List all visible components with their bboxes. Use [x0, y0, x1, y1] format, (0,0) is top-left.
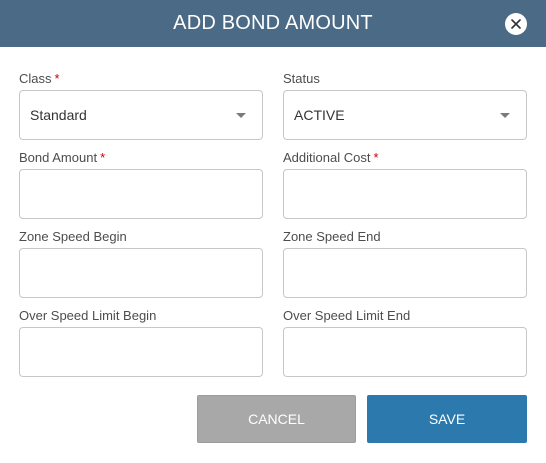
dialog-header: ADD BOND AMOUNT	[0, 0, 546, 47]
bond-amount-input-box	[19, 169, 263, 219]
caret-down-icon	[500, 112, 510, 118]
zone-speed-begin-label: Zone Speed Begin	[19, 229, 127, 244]
required-marker: *	[54, 71, 60, 86]
class-label: Class *	[19, 71, 60, 86]
bond-amount-field: Bond Amount *	[19, 150, 263, 219]
zone-speed-end-field: Zone Speed End	[283, 229, 527, 298]
close-button[interactable]	[505, 13, 527, 35]
dialog-title: ADD BOND AMOUNT	[173, 12, 373, 34]
over-speed-limit-begin-field: Over Speed Limit Begin	[19, 308, 263, 377]
status-select-value: ACTIVE	[294, 107, 345, 123]
class-field: Class * Standard	[19, 71, 263, 140]
class-select-value: Standard	[30, 107, 87, 123]
cancel-button[interactable]: CANCEL	[197, 395, 356, 443]
save-button[interactable]: SAVE	[367, 395, 527, 443]
additional-cost-input-box	[283, 169, 527, 219]
required-marker: *	[373, 150, 379, 165]
class-select[interactable]: Standard	[19, 90, 263, 140]
over-speed-limit-end-label: Over Speed Limit End	[283, 308, 411, 323]
zone-speed-begin-field: Zone Speed Begin	[19, 229, 263, 298]
additional-cost-input[interactable]	[294, 170, 516, 218]
zone-speed-end-input[interactable]	[294, 249, 516, 297]
zone-speed-end-input-box	[283, 248, 527, 298]
zone-speed-begin-input[interactable]	[30, 249, 252, 297]
over-speed-limit-begin-input-box	[19, 327, 263, 377]
zone-speed-begin-input-box	[19, 248, 263, 298]
bond-amount-label: Bond Amount *	[19, 150, 106, 165]
over-speed-limit-end-field: Over Speed Limit End	[283, 308, 527, 377]
over-speed-limit-begin-label: Over Speed Limit Begin	[19, 308, 157, 323]
zone-speed-end-label: Zone Speed End	[283, 229, 381, 244]
over-speed-limit-begin-input[interactable]	[30, 328, 252, 376]
over-speed-limit-end-input[interactable]	[294, 328, 516, 376]
status-field: Status ACTIVE	[283, 71, 527, 140]
close-icon	[511, 19, 521, 29]
add-bond-amount-dialog: ADD BOND AMOUNT Class * Standard Status A…	[0, 0, 546, 463]
additional-cost-field: Additional Cost *	[283, 150, 527, 219]
required-marker: *	[100, 150, 106, 165]
bond-amount-input[interactable]	[30, 170, 252, 218]
over-speed-limit-end-input-box	[283, 327, 527, 377]
status-select[interactable]: ACTIVE	[283, 90, 527, 140]
caret-down-icon	[236, 112, 246, 118]
additional-cost-label: Additional Cost *	[283, 150, 379, 165]
status-label: Status	[283, 71, 320, 86]
